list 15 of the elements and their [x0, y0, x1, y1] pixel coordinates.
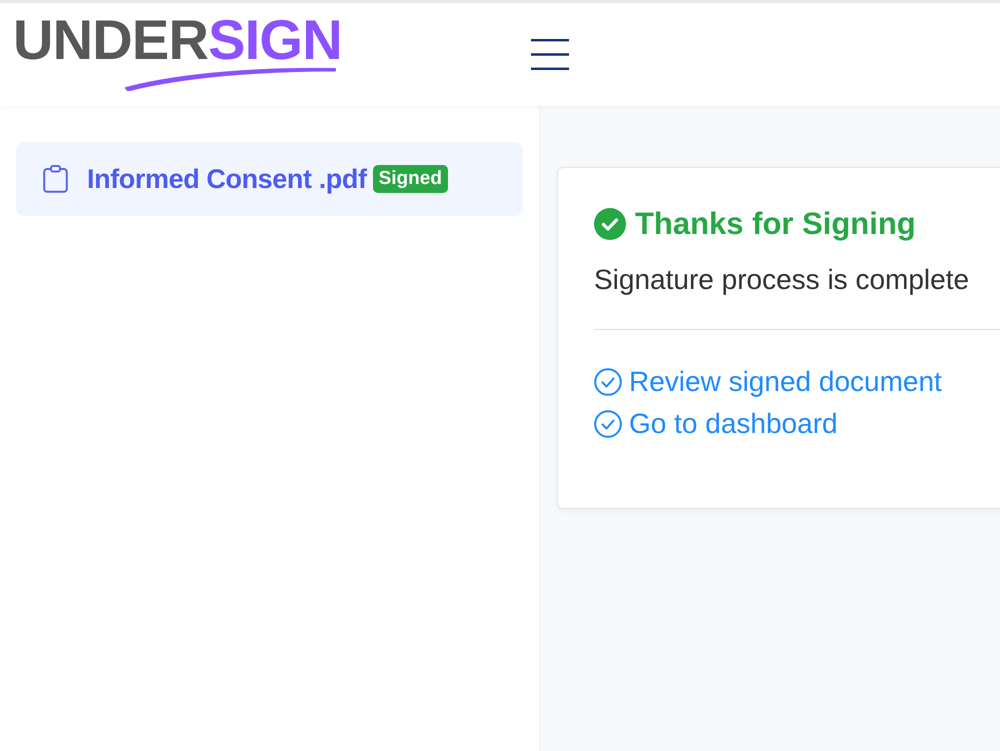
- swoosh-icon: [123, 65, 337, 91]
- status-badge: Signed: [372, 165, 448, 193]
- check-circle-icon: [594, 368, 622, 396]
- success-title: Thanks for Signing: [635, 205, 916, 243]
- sidebar-item[interactable]: Informed Consent .pdf Signed: [16, 142, 523, 216]
- completion-message: Signature process is complete: [594, 263, 970, 297]
- menu-button[interactable]: [531, 38, 569, 70]
- action-link[interactable]: Review signed document: [629, 365, 942, 399]
- clipboard-icon: [43, 165, 68, 193]
- logo-text: UNDERSIGN: [13, 12, 343, 68]
- check-circle-icon: [594, 410, 622, 438]
- menu-icon: [531, 38, 569, 70]
- document-name: Informed Consent .pdf: [87, 162, 367, 196]
- action-link[interactable]: Go to dashboard: [629, 407, 838, 441]
- check-circle-icon: [594, 208, 626, 240]
